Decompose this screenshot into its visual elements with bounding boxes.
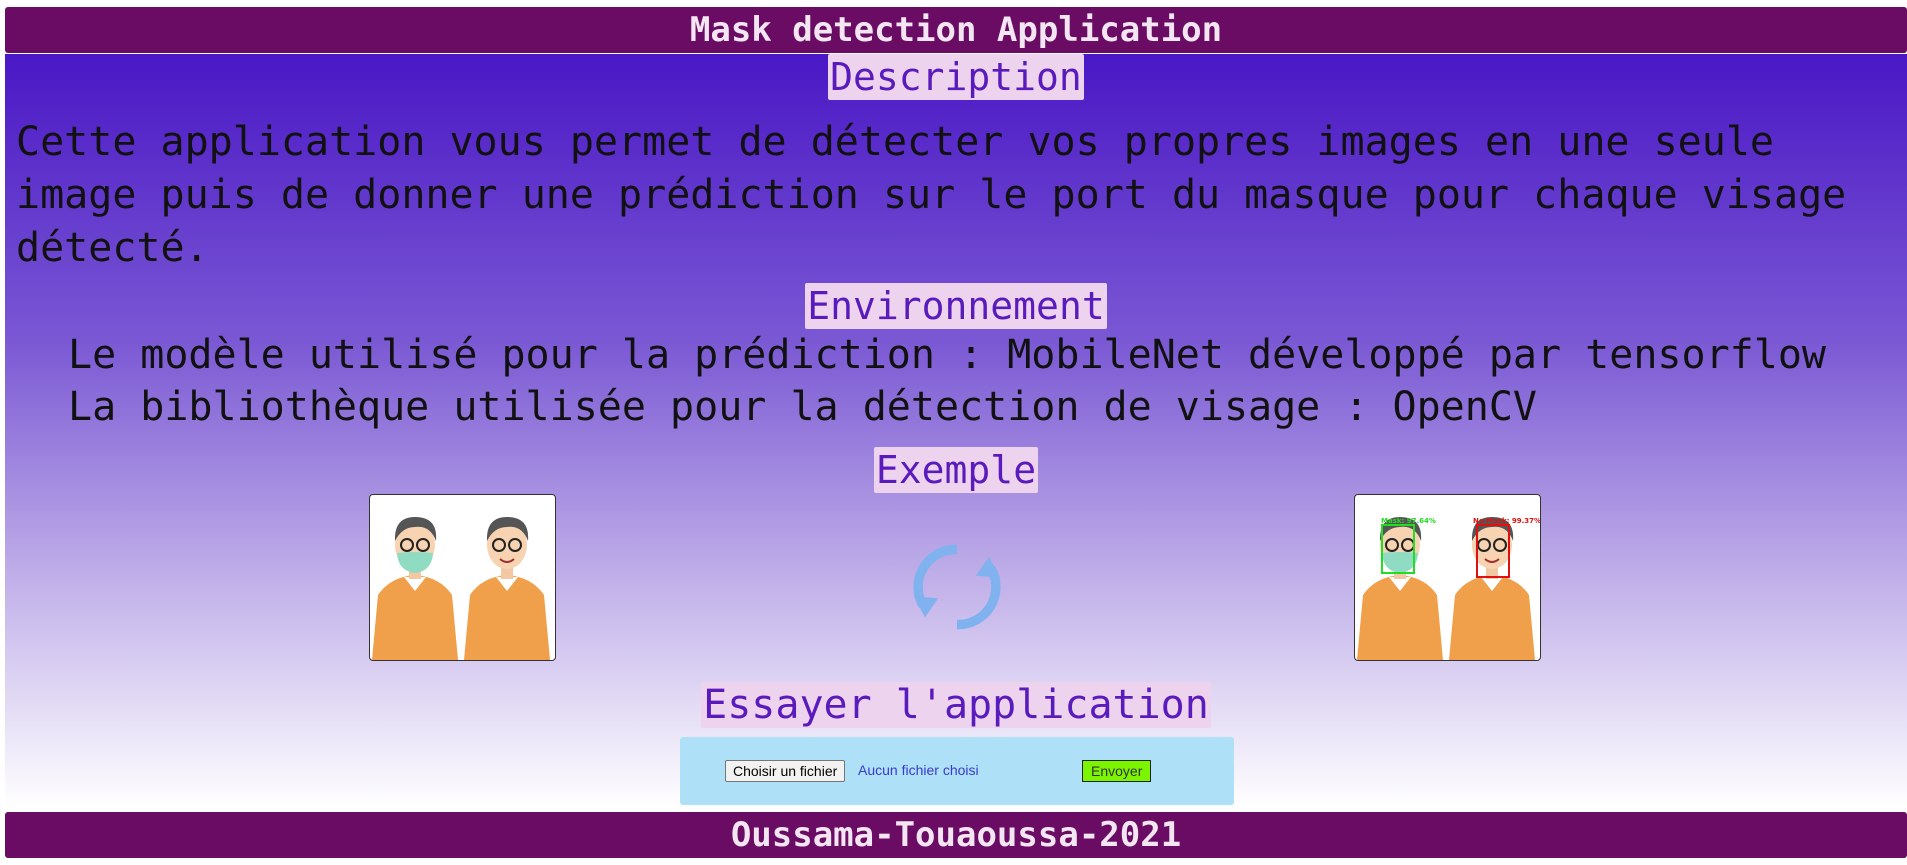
mask-detection-label: Mask: 97.64% <box>1381 517 1436 525</box>
try-heading-wrap: Essayer l'application <box>5 682 1907 728</box>
environment-library-line: La bibliothèque utilisée pour la détecti… <box>68 384 1538 430</box>
two-men-illustration <box>372 517 550 660</box>
file-status-text: Aucun fichier choisi <box>858 762 979 778</box>
app-header: Mask detection Application <box>5 7 1907 53</box>
example-output-image: Mask: 97.64% No Mask: 99.37% <box>1354 494 1541 661</box>
description-text: Cette application vous permet de détecte… <box>16 119 1847 271</box>
no-mask-detection-label: No Mask: 99.37% <box>1473 517 1540 525</box>
footer-text: Oussama-Touaoussa-2021 <box>730 815 1182 855</box>
example-input-image <box>369 494 556 661</box>
two-men-detected-illustration: Mask: 97.64% No Mask: 99.37% <box>1357 517 1540 660</box>
example-heading-wrap: Exemple <box>5 447 1907 493</box>
try-heading: Essayer l'application <box>701 682 1211 728</box>
refresh-icon <box>913 544 1001 630</box>
environment-heading-wrap: Environnement <box>5 283 1907 329</box>
main-content: Description Cette application vous perme… <box>5 54 1907 808</box>
app-title: Mask detection Application <box>689 10 1223 50</box>
example-heading: Exemple <box>873 447 1039 493</box>
app-footer: Oussama-Touaoussa-2021 <box>5 812 1907 858</box>
environment-model-line: Le modèle utilisé pour la prédiction : M… <box>68 332 1826 378</box>
submit-button[interactable]: Envoyer <box>1082 760 1152 782</box>
upload-form: Choisir un fichier Aucun fichier choisi … <box>680 737 1234 805</box>
description-heading-wrap: Description <box>5 54 1907 100</box>
environment-heading: Environnement <box>805 283 1107 329</box>
choose-file-button[interactable]: Choisir un fichier <box>725 760 846 782</box>
description-heading: Description <box>828 54 1084 100</box>
